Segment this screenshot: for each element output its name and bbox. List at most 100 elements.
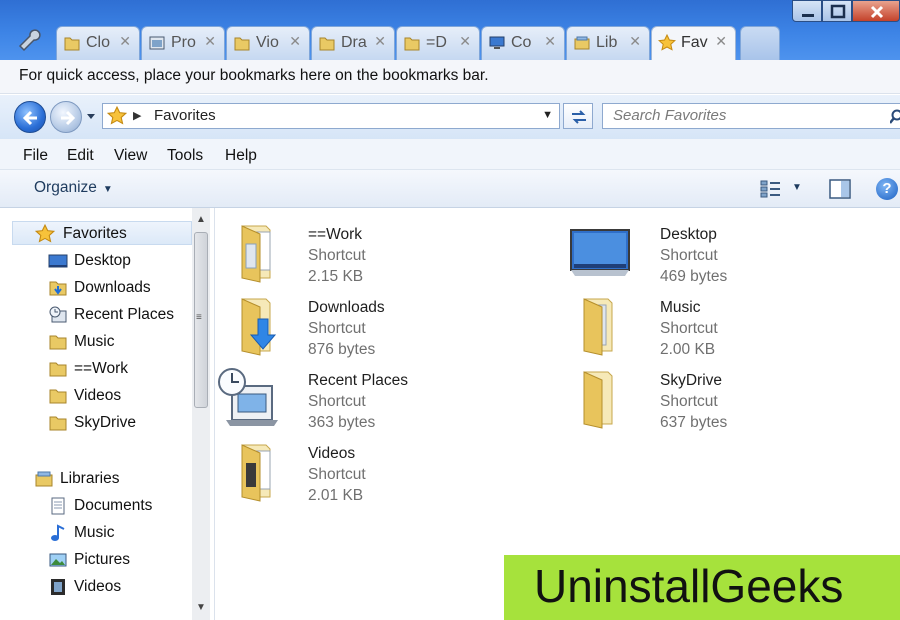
nav-item-label: Videos [74,578,122,595]
address-dropdown-icon[interactable]: ▼ [542,109,553,121]
tab-label: Fav [681,34,708,51]
scroll-down-icon[interactable]: ▼ [196,602,206,613]
file-tile-music[interactable]: Music Shortcut 2.00 KB [568,287,868,358]
nav-item-library-music[interactable]: Music [48,521,198,545]
forward-button[interactable] [50,101,82,133]
tab-6[interactable]: Lib ✕ [566,26,650,60]
close-icon[interactable]: ✕ [119,33,131,50]
nav-item-documents[interactable]: Documents [48,494,198,518]
menu-view[interactable]: View [114,147,147,165]
tab-7[interactable]: Fav ✕ [651,26,736,61]
folder-docs-icon [241,444,271,502]
nav-header-label: Favorites [63,225,127,242]
file-tile-skydrive[interactable]: SkyDrive Shortcut 637 bytes [568,360,868,431]
file-size: 2.00 KB [660,341,716,358]
file-name: Recent Places [308,372,408,389]
file-type: Shortcut [660,247,718,264]
tab-2[interactable]: Vio ✕ [226,26,310,60]
navigation-pane: Favorites Desktop Downloads Recent Place… [10,208,215,620]
tab-1[interactable]: Pro ✕ [141,26,225,60]
search-icon[interactable] [890,109,900,125]
nav-item-label: Videos [74,387,122,404]
nav-item-library-videos[interactable]: Videos [48,575,198,599]
menu-help[interactable]: Help [225,147,257,165]
scroll-up-icon[interactable]: ▲ [196,214,206,225]
nav-item-label: ==Work [74,360,128,377]
menu-tools[interactable]: Tools [167,147,203,165]
nav-item-skydrive[interactable]: SkyDrive [48,411,198,435]
tab-label: Co [511,34,532,51]
close-icon[interactable]: ✕ [544,33,556,50]
file-name: SkyDrive [660,372,723,389]
view-options-dropdown-icon[interactable]: ▼ [792,182,802,193]
search-input[interactable]: Search Favorites [613,107,726,124]
close-icon [870,5,884,19]
minimize-button[interactable] [792,0,822,22]
recent-places-icon [49,306,67,323]
file-tile-desktop[interactable]: Desktop Shortcut 469 bytes [568,214,868,285]
organize-button[interactable]: Organize ▼ [34,179,113,197]
maximize-icon [830,4,846,19]
address-location[interactable]: Favorites [154,107,216,124]
tab-3[interactable]: Dra ✕ [311,26,395,60]
navigation-pane-scrollbar[interactable]: ▲ ≡ ▼ [192,208,210,620]
tab-5[interactable]: Co ✕ [481,26,565,60]
tab-0[interactable]: Clo ✕ [56,26,140,60]
folder-icon [64,37,80,51]
close-icon[interactable]: ✕ [629,33,641,50]
nav-item-label: Downloads [74,279,151,296]
file-name: Music [660,299,701,316]
file-tile-work[interactable]: ==Work Shortcut 2.15 KB [216,214,516,285]
bookmarks-bar-message: For quick access, place your bookmarks h… [19,67,489,84]
nav-item-music[interactable]: Music [48,330,198,354]
tab-4[interactable]: =D ✕ [396,26,480,60]
menu-edit[interactable]: Edit [67,147,94,165]
wrench-icon[interactable] [14,26,44,52]
refresh-button[interactable] [563,103,593,129]
nav-item-recent-places[interactable]: Recent Places [48,303,198,327]
menu-file[interactable]: File [23,147,48,165]
file-size: 469 bytes [660,268,728,285]
address-bar[interactable]: ▶ Favorites ▼ [102,103,560,129]
close-icon[interactable]: ✕ [715,33,727,50]
preview-pane-icon[interactable] [829,179,851,199]
back-button[interactable] [14,101,46,133]
nav-favorites-header[interactable]: Favorites [12,221,192,245]
nav-item-desktop[interactable]: Desktop [48,249,198,273]
help-icon[interactable]: ? [876,178,898,200]
arrow-right-icon [61,110,76,126]
search-box[interactable]: Search Favorites [602,103,900,129]
recent-pages-dropdown-icon[interactable] [86,111,96,121]
watermark-banner: UninstallGeeks [504,555,900,620]
nav-item-work[interactable]: ==Work [48,357,198,381]
pictures-icon [49,553,67,567]
nav-item-downloads[interactable]: Downloads [48,276,198,300]
minimize-icon [802,14,814,17]
change-view-icon[interactable] [760,179,782,199]
file-tile-videos[interactable]: Videos Shortcut 2.01 KB [216,433,516,504]
tab-label: Vio [256,34,279,51]
nav-item-pictures[interactable]: Pictures [48,548,198,572]
folder-docs-icon [241,225,271,283]
bookmarks-bar: For quick access, place your bookmarks h… [0,60,900,94]
nav-item-videos[interactable]: Videos [48,384,198,408]
close-icon[interactable]: ✕ [204,33,216,50]
file-tile-recent-places[interactable]: Recent Places Shortcut 363 bytes [216,360,516,431]
chevron-down-icon: ▼ [102,184,113,195]
tab-label: =D [426,34,447,51]
close-icon[interactable]: ✕ [289,33,301,50]
file-tile-downloads[interactable]: Downloads Shortcut 876 bytes [216,287,516,358]
close-window-button[interactable] [852,0,900,22]
nav-libraries-header[interactable]: Libraries [34,467,194,491]
breadcrumb-chevron-icon[interactable]: ▶ [133,109,141,122]
command-bar: Organize ▼ ▼ ? [0,170,900,208]
close-icon[interactable]: ✕ [459,33,471,50]
close-icon[interactable]: ✕ [374,33,386,50]
tab-label: Clo [86,34,111,51]
library-icon [574,36,590,50]
maximize-button[interactable] [822,0,852,22]
scroll-grip-icon: ≡ [196,312,202,323]
file-size: 2.15 KB [308,268,364,285]
new-tab-button[interactable] [740,26,780,60]
folder-icon [319,37,335,51]
